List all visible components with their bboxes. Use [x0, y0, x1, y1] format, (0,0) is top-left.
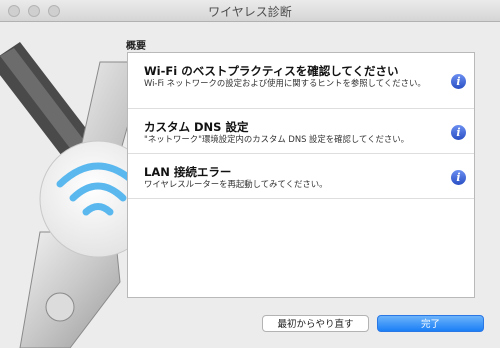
title-bar: ワイヤレス診断 — [0, 0, 500, 22]
done-button[interactable]: 完了 — [377, 315, 484, 332]
list-item: Wi-Fi のベストプラクティスを確認してください Wi-Fi ネットワークの設… — [128, 53, 474, 109]
info-icon[interactable]: i — [451, 170, 466, 185]
start-over-button[interactable]: 最初からやり直す — [262, 315, 369, 332]
item-description: ワイヤレスルーターを再起動してみてください。 — [144, 179, 328, 189]
item-description: Wi-Fi ネットワークの設定および使用に関するヒントを参照してください。 — [144, 78, 426, 88]
list-item: カスタム DNS 設定 "ネットワーク"環境設定内のカスタム DNS 設定を確認… — [128, 109, 474, 154]
item-description: "ネットワーク"環境設定内のカスタム DNS 設定を確認してください。 — [144, 134, 410, 144]
info-icon[interactable]: i — [451, 125, 466, 140]
info-icon[interactable]: i — [451, 74, 466, 89]
list-item: LAN 接続エラー ワイヤレスルーターを再起動してみてください。 i — [128, 154, 474, 199]
window-title: ワイヤレス診断 — [208, 5, 292, 19]
summary-label: 概要 — [126, 41, 146, 52]
diagnostics-summary-list: Wi-Fi のベストプラクティスを確認してください Wi-Fi ネットワークの設… — [127, 52, 475, 298]
wireless-diagnostics-window: ワイヤレス診断 概要 Wi-Fi のベストプラクティスを確認してください Wi-… — [0, 0, 500, 348]
